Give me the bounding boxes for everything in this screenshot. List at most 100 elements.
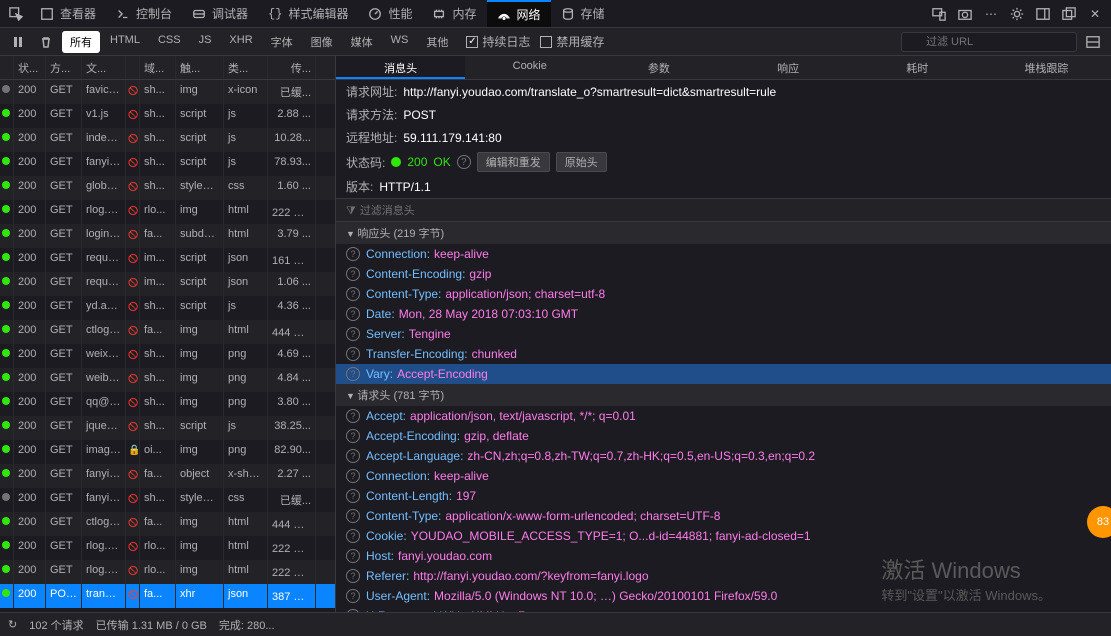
header-row[interactable]: Server: Tengine: [336, 324, 1111, 344]
request-row[interactable]: 200 GET global... 🛇 sh... stylesh... css…: [0, 176, 335, 200]
edit-resend-button[interactable]: 编辑和重发: [477, 152, 550, 172]
settings-icon[interactable]: [1005, 2, 1029, 26]
disable-cache-checkbox[interactable]: 禁用缓存: [540, 33, 604, 50]
cell-method: GET: [46, 152, 82, 176]
request-row[interactable]: 200 POST transla... 🛇 fa... xhr json 387…: [0, 584, 335, 608]
detail-tab[interactable]: 响应: [724, 56, 853, 79]
header-row[interactable]: Accept-Encoding: gzip, deflate: [336, 426, 1111, 446]
dock-popup-icon[interactable]: [1057, 2, 1081, 26]
header-row[interactable]: Date: Mon, 28 May 2018 07:03:10 GMT: [336, 304, 1111, 324]
devtools-tab-perf[interactable]: 性能: [358, 0, 422, 27]
request-row[interactable]: 200 GET image... 🔒 oi... img png 82.90..…: [0, 440, 335, 464]
detail-tab[interactable]: 消息头: [336, 56, 465, 79]
detail-tab[interactable]: 耗时: [853, 56, 982, 79]
request-row[interactable]: 200 GET fanyi-... 🛇 sh... stylesh... css…: [0, 488, 335, 512]
inspect-element-icon[interactable]: [4, 2, 28, 26]
filter-pill[interactable]: CSS: [150, 31, 189, 53]
header-row[interactable]: Accept-Language: zh-CN,zh;q=0.8,zh-TW;q=…: [336, 446, 1111, 466]
header-row[interactable]: Content-Encoding: gzip: [336, 264, 1111, 284]
request-row[interactable]: 200 GET ctlog?... 🛇 fa... img html 444 字…: [0, 512, 335, 536]
filter-headers-input[interactable]: ⧩过滤消息头: [336, 198, 1111, 222]
devtools-tab-console[interactable]: 控制台: [106, 0, 182, 27]
header-row[interactable]: User-Agent: Mozilla/5.0 (Windows NT 10.0…: [336, 586, 1111, 606]
request-row[interactable]: 200 GET v1.js 🛇 sh... script js 2.88 ...: [0, 104, 335, 128]
devtools-tab-storage[interactable]: 存储: [551, 0, 615, 27]
col-file[interactable]: 文...: [82, 56, 126, 79]
header-row[interactable]: Transfer-Encoding: chunked: [336, 344, 1111, 364]
col-type[interactable]: 类...: [224, 56, 268, 79]
filter-pill[interactable]: WS: [383, 31, 417, 53]
request-row[interactable]: 200 GET weibo... 🛇 sh... img png 4.84 ..…: [0, 368, 335, 392]
request-row[interactable]: 200 GET login?... 🛇 fa... subdo... html …: [0, 224, 335, 248]
close-devtools-icon[interactable]: ✕: [1083, 2, 1107, 26]
persist-logs-checkbox[interactable]: 持续日志: [466, 33, 530, 50]
response-headers-section[interactable]: 响应头 (219 字节): [336, 222, 1111, 244]
filter-pill[interactable]: JS: [191, 31, 220, 53]
help-icon[interactable]: ?: [457, 155, 471, 169]
reload-icon[interactable]: ↻: [8, 618, 17, 631]
devtools-tab-style[interactable]: {}样式编辑器: [258, 0, 358, 27]
col-status[interactable]: 状...: [14, 56, 46, 79]
header-row[interactable]: Content-Type: application/json; charset=…: [336, 284, 1111, 304]
cell-type: png: [224, 368, 268, 392]
request-row[interactable]: 200 GET rlog.p... 🛇 rlo... img html 222 …: [0, 536, 335, 560]
request-row[interactable]: 200 GET fanyi.... 🛇 sh... script js 78.9…: [0, 152, 335, 176]
detail-tab[interactable]: 堆栈跟踪: [982, 56, 1111, 79]
devtools-tab-inspector[interactable]: 查看器: [30, 0, 106, 27]
notification-badge[interactable]: 83: [1087, 506, 1111, 538]
request-row[interactable]: 200 GET qq@2... 🛇 sh... img png 3.80 ...: [0, 392, 335, 416]
filter-pill[interactable]: 图像: [303, 31, 341, 53]
devtools-tab-debugger[interactable]: 调试器: [182, 0, 258, 27]
status-dot-icon: [2, 85, 10, 93]
col-domain[interactable]: 域...: [140, 56, 176, 79]
devtools-tab-network[interactable]: 网络: [487, 0, 551, 27]
col-method[interactable]: 方...: [46, 56, 82, 79]
raw-headers-button[interactable]: 原始头: [556, 152, 607, 172]
header-row[interactable]: Content-Type: application/x-www-form-url…: [336, 506, 1111, 526]
request-row[interactable]: 200 GET reques... 🛇 im... script json 16…: [0, 248, 335, 272]
toggle-details-icon[interactable]: [1081, 30, 1105, 54]
header-row[interactable]: Connection: keep-alive: [336, 466, 1111, 486]
cell-type: js: [224, 296, 268, 320]
header-row[interactable]: Host: fanyi.youdao.com: [336, 546, 1111, 566]
request-row[interactable]: 200 GET rlog.p... 🛇 rlo... img html 222 …: [0, 560, 335, 584]
pause-icon[interactable]: [6, 30, 30, 54]
version-value: HTTP/1.1: [379, 180, 430, 194]
cell-status: 200: [14, 488, 46, 512]
devtools-tab-memory[interactable]: 内存: [422, 0, 486, 27]
request-row[interactable]: 200 GET jquery... 🛇 sh... script js 38.2…: [0, 416, 335, 440]
filter-pill[interactable]: 媒体: [343, 31, 381, 53]
clear-icon[interactable]: [34, 30, 58, 54]
request-row[interactable]: 200 GET weixin... 🛇 sh... img png 4.69 .…: [0, 344, 335, 368]
header-row[interactable]: Content-Length: 197: [336, 486, 1111, 506]
col-cause[interactable]: 触...: [176, 56, 224, 79]
header-row[interactable]: Connection: keep-alive: [336, 244, 1111, 264]
header-value: keep-alive: [434, 469, 489, 483]
filter-pill[interactable]: XHR: [221, 31, 260, 53]
filter-pill[interactable]: 其他: [418, 31, 456, 53]
screenshot-icon[interactable]: [953, 2, 977, 26]
more-tools-icon[interactable]: ⋯: [979, 2, 1003, 26]
cell-status: 200: [14, 536, 46, 560]
request-row[interactable]: 200 GET fanyi.v... 🛇 fa... object x-shoc…: [0, 464, 335, 488]
request-row[interactable]: 200 GET rlog.p... 🛇 rlo... img html 222 …: [0, 200, 335, 224]
header-row[interactable]: Cookie: YOUDAO_MOBILE_ACCESS_TYPE=1; O..…: [336, 526, 1111, 546]
responsive-mode-icon[interactable]: [927, 2, 951, 26]
header-row[interactable]: Referer: http://fanyi.youdao.com/?keyfro…: [336, 566, 1111, 586]
request-row[interactable]: 200 GET yd.acc... 🛇 sh... script js 4.36…: [0, 296, 335, 320]
filter-pill[interactable]: HTML: [102, 31, 148, 53]
request-headers-section[interactable]: 请求头 (781 字节): [336, 384, 1111, 406]
filter-pill[interactable]: 字体: [263, 31, 301, 53]
col-size[interactable]: 传...: [268, 56, 316, 79]
request-row[interactable]: 200 GET reques... 🛇 im... script json 1.…: [0, 272, 335, 296]
filter-pill[interactable]: 所有: [62, 31, 100, 53]
filter-url-input[interactable]: [901, 32, 1077, 52]
header-row[interactable]: Accept: application/json, text/javascrip…: [336, 406, 1111, 426]
detail-tab[interactable]: 参数: [594, 56, 723, 79]
detail-tab[interactable]: Cookie: [465, 56, 594, 79]
request-row[interactable]: 200 GET ctlog?... 🛇 fa... img html 444 字…: [0, 320, 335, 344]
request-row[interactable]: 200 GET favico... 🛇 sh... img x-icon 已缓.…: [0, 80, 335, 104]
dock-side-icon[interactable]: [1031, 2, 1055, 26]
request-row[interactable]: 200 GET index.... 🛇 sh... script js 10.2…: [0, 128, 335, 152]
header-row[interactable]: Vary: Accept-Encoding: [336, 364, 1111, 384]
